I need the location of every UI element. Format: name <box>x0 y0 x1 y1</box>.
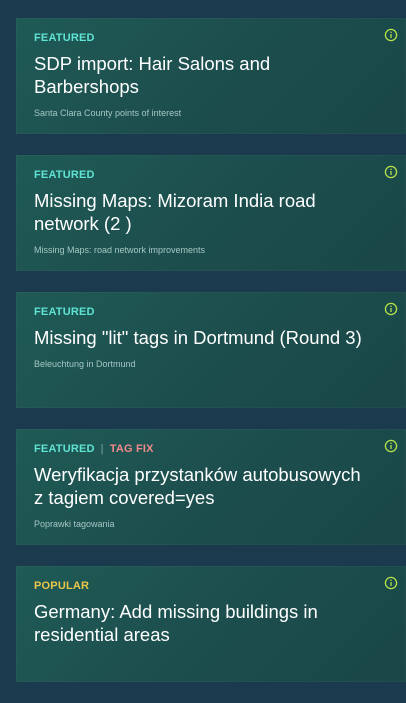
challenge-list: FEATURED SDP import: Hair Salons and Bar… <box>16 18 406 703</box>
featured-tag: FEATURED <box>34 32 95 44</box>
popular-tag: POPULAR <box>34 580 90 592</box>
info-icon[interactable] <box>384 576 398 590</box>
card-tags: FEATURED <box>34 304 366 320</box>
info-icon[interactable] <box>384 165 398 179</box>
challenge-title[interactable]: Missing "lit" tags in Dortmund (Round 3) <box>34 326 366 349</box>
tag-fix-tag: TAG FIX <box>109 443 154 455</box>
tag-separator: | <box>100 443 104 455</box>
featured-tag: FEATURED <box>34 169 95 181</box>
challenge-subtitle: Poprawki tagowania <box>34 519 115 529</box>
challenge-card[interactable]: FEATURED Missing "lit" tags in Dortmund … <box>16 292 406 408</box>
featured-tag: FEATURED <box>34 306 95 318</box>
featured-tag: FEATURED <box>34 443 95 455</box>
challenge-title[interactable]: SDP import: Hair Salons and Barbershops <box>34 52 366 98</box>
challenge-card[interactable]: FEATURED Missing Maps: Mizoram India roa… <box>16 155 406 271</box>
challenge-title[interactable]: Germany: Add missing buildings in reside… <box>34 600 366 646</box>
challenge-subtitle: Santa Clara County points of interest <box>34 108 182 118</box>
challenge-subtitle: Beleuchtung in Dortmund <box>34 359 136 369</box>
challenge-card[interactable]: FEATURED SDP import: Hair Salons and Bar… <box>16 18 406 134</box>
card-tags: FEATURED | TAG FIX <box>34 441 366 457</box>
info-icon[interactable] <box>384 302 398 316</box>
info-icon[interactable] <box>384 439 398 453</box>
card-tags: FEATURED <box>34 30 366 46</box>
info-icon[interactable] <box>384 28 398 42</box>
challenge-title[interactable]: Missing Maps: Mizoram India road network… <box>34 189 366 235</box>
challenge-card[interactable]: POPULAR Germany: Add missing buildings i… <box>16 566 406 682</box>
challenge-title[interactable]: Weryfikacja przystanków autobusowych z t… <box>34 463 366 509</box>
challenge-card[interactable]: FEATURED | TAG FIX Weryfikacja przystanków… <box>16 429 406 545</box>
challenge-subtitle: Missing Maps: road network improvements <box>34 245 206 255</box>
card-tags: FEATURED <box>34 167 366 183</box>
card-tags: POPULAR <box>34 578 366 594</box>
